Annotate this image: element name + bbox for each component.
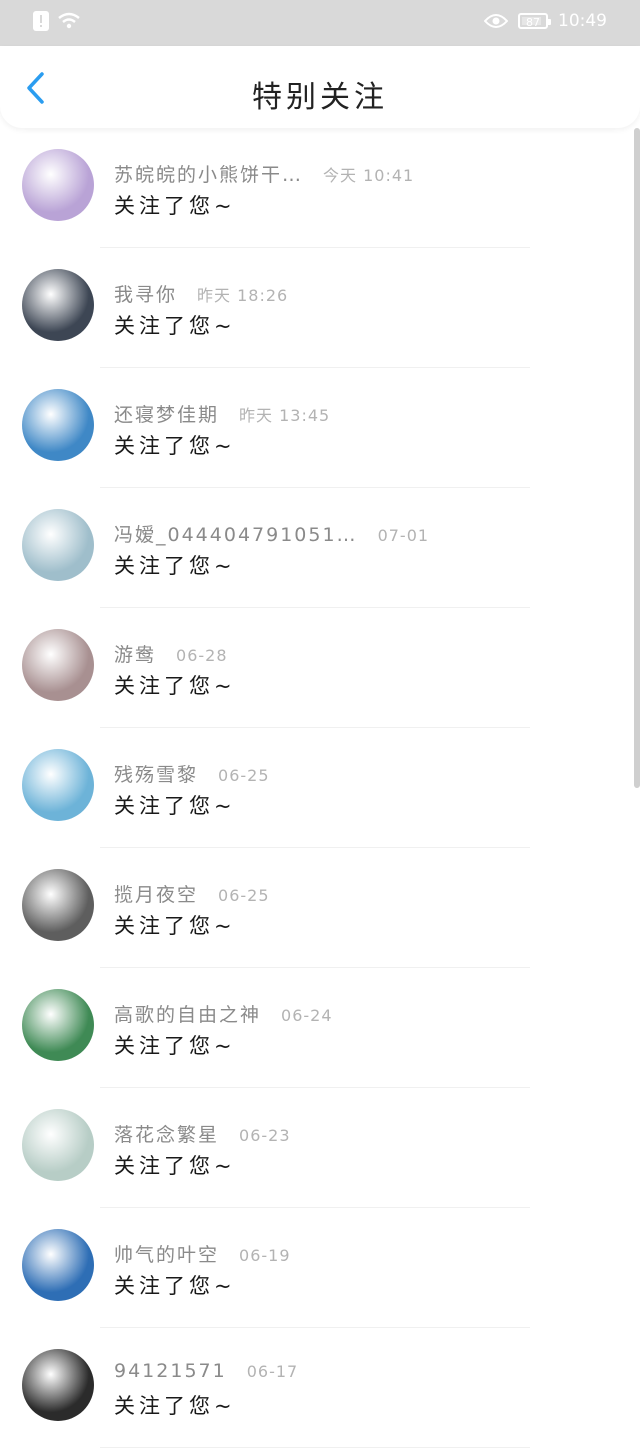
row-header: 游鸯 06-28 (114, 640, 228, 667)
list-item[interactable]: 94121571 06-17 关注了您~ (0, 1328, 640, 1448)
avatar[interactable] (22, 389, 94, 461)
message-text: 关注了您~ (114, 1034, 236, 1058)
row-header: 高歌的自由之神 06-24 (114, 1000, 333, 1027)
message-text: 关注了您~ (114, 794, 236, 818)
status-bar: 87 10:49 (0, 0, 640, 46)
avatar[interactable] (22, 509, 94, 581)
status-time: 10:49 (558, 11, 607, 31)
user-name[interactable]: 落花念繁星 (114, 1120, 219, 1147)
list-item[interactable]: 我寻你 昨天 18:26 关注了您~ (0, 248, 640, 368)
list-item[interactable]: 帅气的叶空 06-19 关注了您~ (0, 1208, 640, 1328)
avatar[interactable] (22, 749, 94, 821)
timestamp: 06-17 (246, 1362, 299, 1381)
list-item[interactable]: 残殇雪黎 06-25 关注了您~ (0, 728, 640, 848)
user-name[interactable]: 揽月夜空 (114, 880, 198, 907)
user-name[interactable]: 游鸯 (114, 640, 156, 667)
timestamp: 06-28 (176, 646, 228, 665)
avatar[interactable] (22, 149, 94, 221)
message-text: 关注了您~ (114, 194, 236, 218)
row-header: 苏皖皖的小熊饼干… 今天 10:41 (114, 160, 414, 187)
avatar[interactable] (22, 269, 94, 341)
timestamp: 06-25 (218, 766, 270, 785)
follow-list: 苏皖皖的小熊饼干… 今天 10:41 关注了您~ 我寻你 昨天 18:26 关注… (0, 128, 640, 1448)
timestamp: 06-25 (218, 886, 270, 905)
avatar[interactable] (22, 989, 94, 1061)
list-item[interactable]: 落花念繁星 06-23 关注了您~ (0, 1088, 640, 1208)
timestamp: 昨天 18:26 (197, 286, 289, 305)
wifi-icon (58, 12, 80, 29)
user-name[interactable]: 冯嫒_044404791051… (114, 520, 358, 547)
row-header: 冯嫒_044404791051… 07-01 (114, 520, 429, 547)
message-text: 关注了您~ (114, 434, 236, 458)
list-item[interactable]: 高歌的自由之神 06-24 关注了您~ (0, 968, 640, 1088)
message-text: 关注了您~ (114, 1154, 236, 1178)
page-title: 特别关注 (252, 80, 388, 115)
eye-icon (484, 14, 508, 28)
row-header: 残殇雪黎 06-25 (114, 760, 270, 787)
avatar[interactable] (22, 1229, 94, 1301)
row-header: 落花念繁星 06-23 (114, 1120, 291, 1147)
user-name[interactable]: 我寻你 (114, 280, 177, 307)
header: 特别关注 (0, 46, 640, 128)
list-item[interactable]: 还寝梦佳期 昨天 13:45 关注了您~ (0, 368, 640, 488)
row-header: 94121571 06-17 (114, 1360, 298, 1382)
timestamp: 06-19 (239, 1246, 291, 1265)
user-name[interactable]: 还寝梦佳期 (114, 400, 219, 427)
row-header: 我寻你 昨天 18:26 (114, 280, 288, 307)
scrollbar[interactable] (634, 128, 640, 788)
timestamp: 今天 10:41 (323, 166, 415, 185)
row-header: 还寝梦佳期 昨天 13:45 (114, 400, 330, 427)
timestamp: 06-24 (281, 1006, 333, 1025)
avatar[interactable] (22, 869, 94, 941)
list-item[interactable]: 揽月夜空 06-25 关注了您~ (0, 848, 640, 968)
avatar[interactable] (22, 1109, 94, 1181)
user-name[interactable]: 高歌的自由之神 (114, 1000, 261, 1027)
status-right: 87 10:49 (484, 11, 607, 31)
timestamp: 06-23 (239, 1126, 291, 1145)
battery-icon: 87 (518, 13, 551, 29)
row-header: 揽月夜空 06-25 (114, 880, 270, 907)
avatar[interactable] (22, 629, 94, 701)
user-name[interactable]: 苏皖皖的小熊饼干… (114, 160, 303, 187)
status-left (33, 11, 81, 31)
battery-text: 87 (526, 16, 540, 29)
avatar[interactable] (22, 1349, 94, 1421)
user-name[interactable]: 残殇雪黎 (114, 760, 198, 787)
message-text: 关注了您~ (114, 1274, 236, 1298)
list-item[interactable]: 苏皖皖的小熊饼干… 今天 10:41 关注了您~ (0, 128, 640, 248)
timestamp: 07-01 (377, 526, 430, 545)
message-text: 关注了您~ (114, 554, 236, 578)
user-name[interactable]: 94121571 (114, 1360, 227, 1382)
row-header: 帅气的叶空 06-19 (114, 1240, 291, 1267)
message-text: 关注了您~ (114, 914, 236, 938)
message-text: 关注了您~ (114, 1394, 236, 1418)
list-item[interactable]: 游鸯 06-28 关注了您~ (0, 608, 640, 728)
alert-icon (33, 11, 49, 31)
message-text: 关注了您~ (114, 314, 236, 338)
message-text: 关注了您~ (114, 674, 236, 698)
timestamp: 昨天 13:45 (239, 406, 331, 425)
user-name[interactable]: 帅气的叶空 (114, 1240, 219, 1267)
list-item[interactable]: 冯嫒_044404791051… 07-01 关注了您~ (0, 488, 640, 608)
